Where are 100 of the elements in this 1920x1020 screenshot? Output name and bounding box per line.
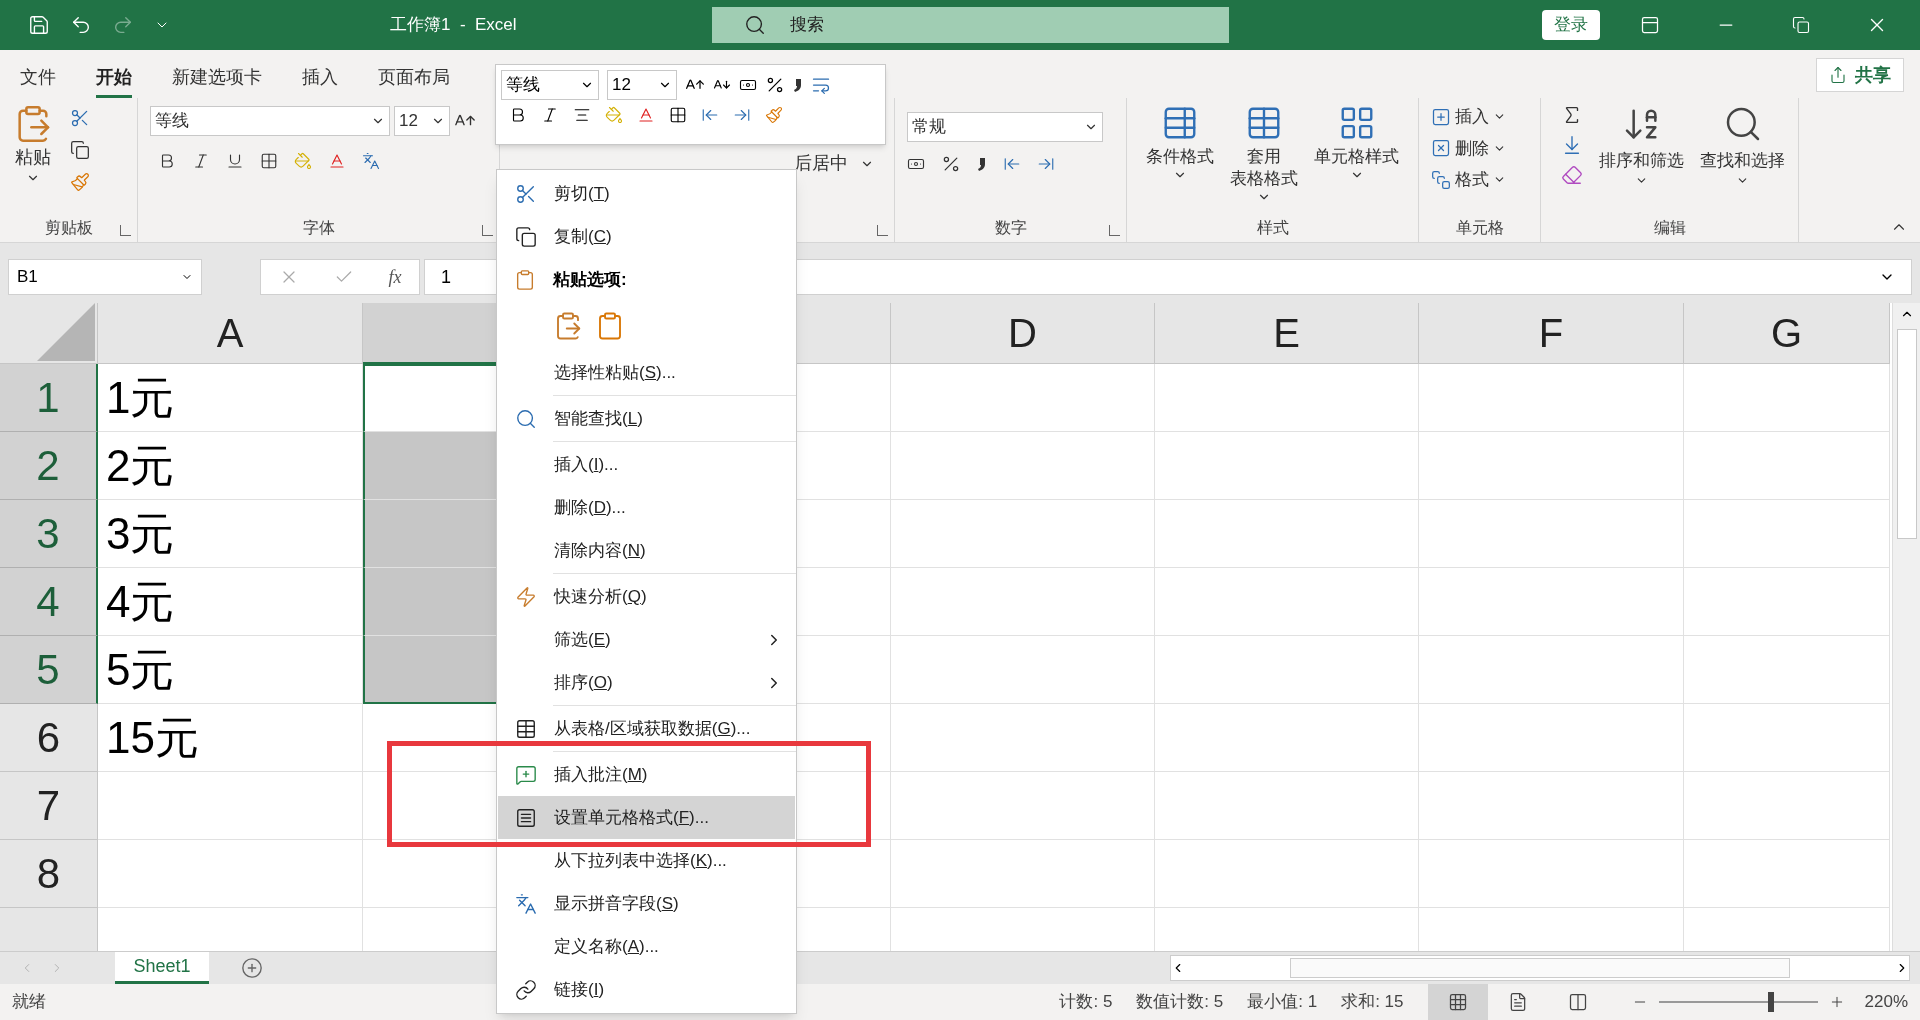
menu-item[interactable]: 显示拼音字段(S) [498,882,795,925]
name-box[interactable]: B1 [8,259,202,295]
column-header[interactable]: G [1684,303,1890,364]
menu-item[interactable]: 设置单元格格式(F)... [498,796,795,839]
dialog-launcher-icon[interactable] [1109,225,1120,236]
font-size-field[interactable]: 12 [607,70,677,100]
menu-item[interactable]: 剪切(T) [498,172,795,215]
cut-icon[interactable] [70,108,90,128]
paste-button[interactable]: 粘贴 [8,104,58,185]
font-color-icon[interactable] [328,152,346,170]
row-header[interactable]: 2 [0,432,98,500]
menu-item[interactable]: 复制(C) [498,215,795,258]
zoom-level[interactable]: 220% [1864,989,1908,1015]
percent-icon[interactable] [765,75,785,95]
menu-item[interactable]: 插入(I)... [498,443,795,486]
menu-item[interactable]: 链接(I) [498,968,795,1011]
menu-item[interactable]: 从表格/区域获取数据(G)... [498,707,795,750]
sheet-tab[interactable]: Sheet1 [115,952,209,984]
status-stat: 求和: 15 [1341,991,1404,1014]
search-placeholder: 搜索 [790,14,824,37]
underline-icon[interactable] [226,152,244,170]
ribbon-display-icon[interactable] [1640,15,1660,35]
menu-item[interactable]: 筛选(E) [498,618,795,661]
number-format-field[interactable]: 常规 [907,112,1103,142]
column-header[interactable]: E [1155,303,1419,364]
editing-button[interactable]: 排序和筛选 [1599,104,1684,187]
undo-icon[interactable] [70,14,92,36]
cells-button[interactable]: 插入 [1431,104,1506,130]
increase-decimal-icon[interactable] [701,106,719,124]
fill-color-icon[interactable] [605,106,623,124]
menu-item[interactable]: 删除(D)... [498,486,795,529]
ribbon-tab[interactable]: 新建选项卡 [172,64,262,98]
font-size-field[interactable]: 12 [394,106,450,136]
vertical-scrollbar[interactable] [1892,303,1920,951]
horizontal-scrollbar[interactable] [1170,955,1910,981]
column-header[interactable]: F [1419,303,1684,364]
table-icon [515,717,537,740]
view-button[interactable] [1427,984,1488,1020]
font-color-icon[interactable] [637,106,655,124]
style-button[interactable]: 单元格样式 [1314,104,1399,204]
menu-item[interactable]: 定义名称(A)... [498,925,795,968]
column-header[interactable]: A [98,303,363,364]
pinyin-icon[interactable] [362,152,380,170]
add-sheet-icon[interactable] [241,957,263,979]
row-header[interactable]: 1 [0,364,98,432]
menu-item[interactable]: 从下拉列表中选择(K)... [498,839,795,882]
ribbon-tab[interactable]: 插入 [302,64,338,98]
row-header[interactable]: 5 [0,636,98,704]
share-button[interactable]: 共享 [1816,58,1904,92]
border-icon[interactable] [260,152,278,170]
row-header[interactable]: 8 [0,840,98,908]
comma-icon[interactable] [977,156,987,172]
style-button[interactable]: 套用 表格格式 [1230,104,1298,204]
restore-icon[interactable] [1792,16,1810,34]
save-icon[interactable] [28,14,50,36]
copy-icon[interactable] [70,140,90,160]
menu-item[interactable]: 排序(O) [498,661,795,704]
sign-in-button[interactable]: 登录 [1542,10,1600,40]
italic-icon[interactable] [541,106,559,124]
editing-button[interactable]: 查找和选择 [1700,104,1785,187]
comma-icon[interactable] [793,77,803,93]
cells-button[interactable]: 删除 [1431,135,1506,161]
fill-color-icon[interactable] [294,152,312,170]
menu-item[interactable]: 清除内容(N) [498,529,795,572]
increase-decimal-icon[interactable] [1003,155,1021,173]
insert-function-button[interactable]: fx [388,263,402,291]
style-button[interactable]: 条件格式 [1146,104,1214,204]
cells-button[interactable]: 格式 [1431,167,1506,193]
dialog-launcher-icon[interactable] [482,225,493,236]
font-name-field[interactable]: 等线 [150,106,390,136]
menu-item[interactable]: 智能查找(L) [498,397,795,440]
clear-icon[interactable] [1561,164,1583,186]
column-header[interactable]: D [891,303,1155,364]
lightning-icon [515,585,537,608]
search-field[interactable]: 搜索 [712,7,1229,43]
format-painter-icon[interactable] [70,172,90,192]
row-header[interactable]: 6 [0,704,98,772]
zoom-thumb[interactable] [1768,992,1775,1012]
dialog-launcher-icon[interactable] [877,225,888,236]
italic-icon[interactable] [192,152,210,170]
dialog-launcher-icon[interactable] [120,225,131,236]
row-header[interactable]: 4 [0,568,98,636]
align-center-icon[interactable] [573,106,591,124]
font-name-field[interactable]: 等线 [501,70,599,100]
menu-item[interactable]: 插入批注(M) [498,753,795,796]
row-header[interactable]: 7 [0,772,98,840]
ribbon-tab[interactable]: 文件 [20,64,56,98]
border-icon[interactable] [669,106,687,124]
decrease-decimal-icon[interactable] [1037,155,1055,173]
row-header[interactable]: 3 [0,500,98,568]
ribbon-tab[interactable]: 页面布局 [378,64,450,98]
decrease-decimal-icon[interactable] [733,106,751,124]
menu-heading: 粘贴选项: [553,268,627,291]
menu-item[interactable]: 快速分析(Q) [498,575,795,618]
merge-center-button[interactable]: 后居中 [794,150,874,177]
percent-icon[interactable] [941,154,961,174]
menu-item[interactable]: 选择性粘贴(S)... [498,351,795,394]
format-painter-icon[interactable] [765,106,783,124]
scroll-thumb[interactable] [1290,958,1790,978]
scroll-thumb[interactable] [1896,329,1917,539]
